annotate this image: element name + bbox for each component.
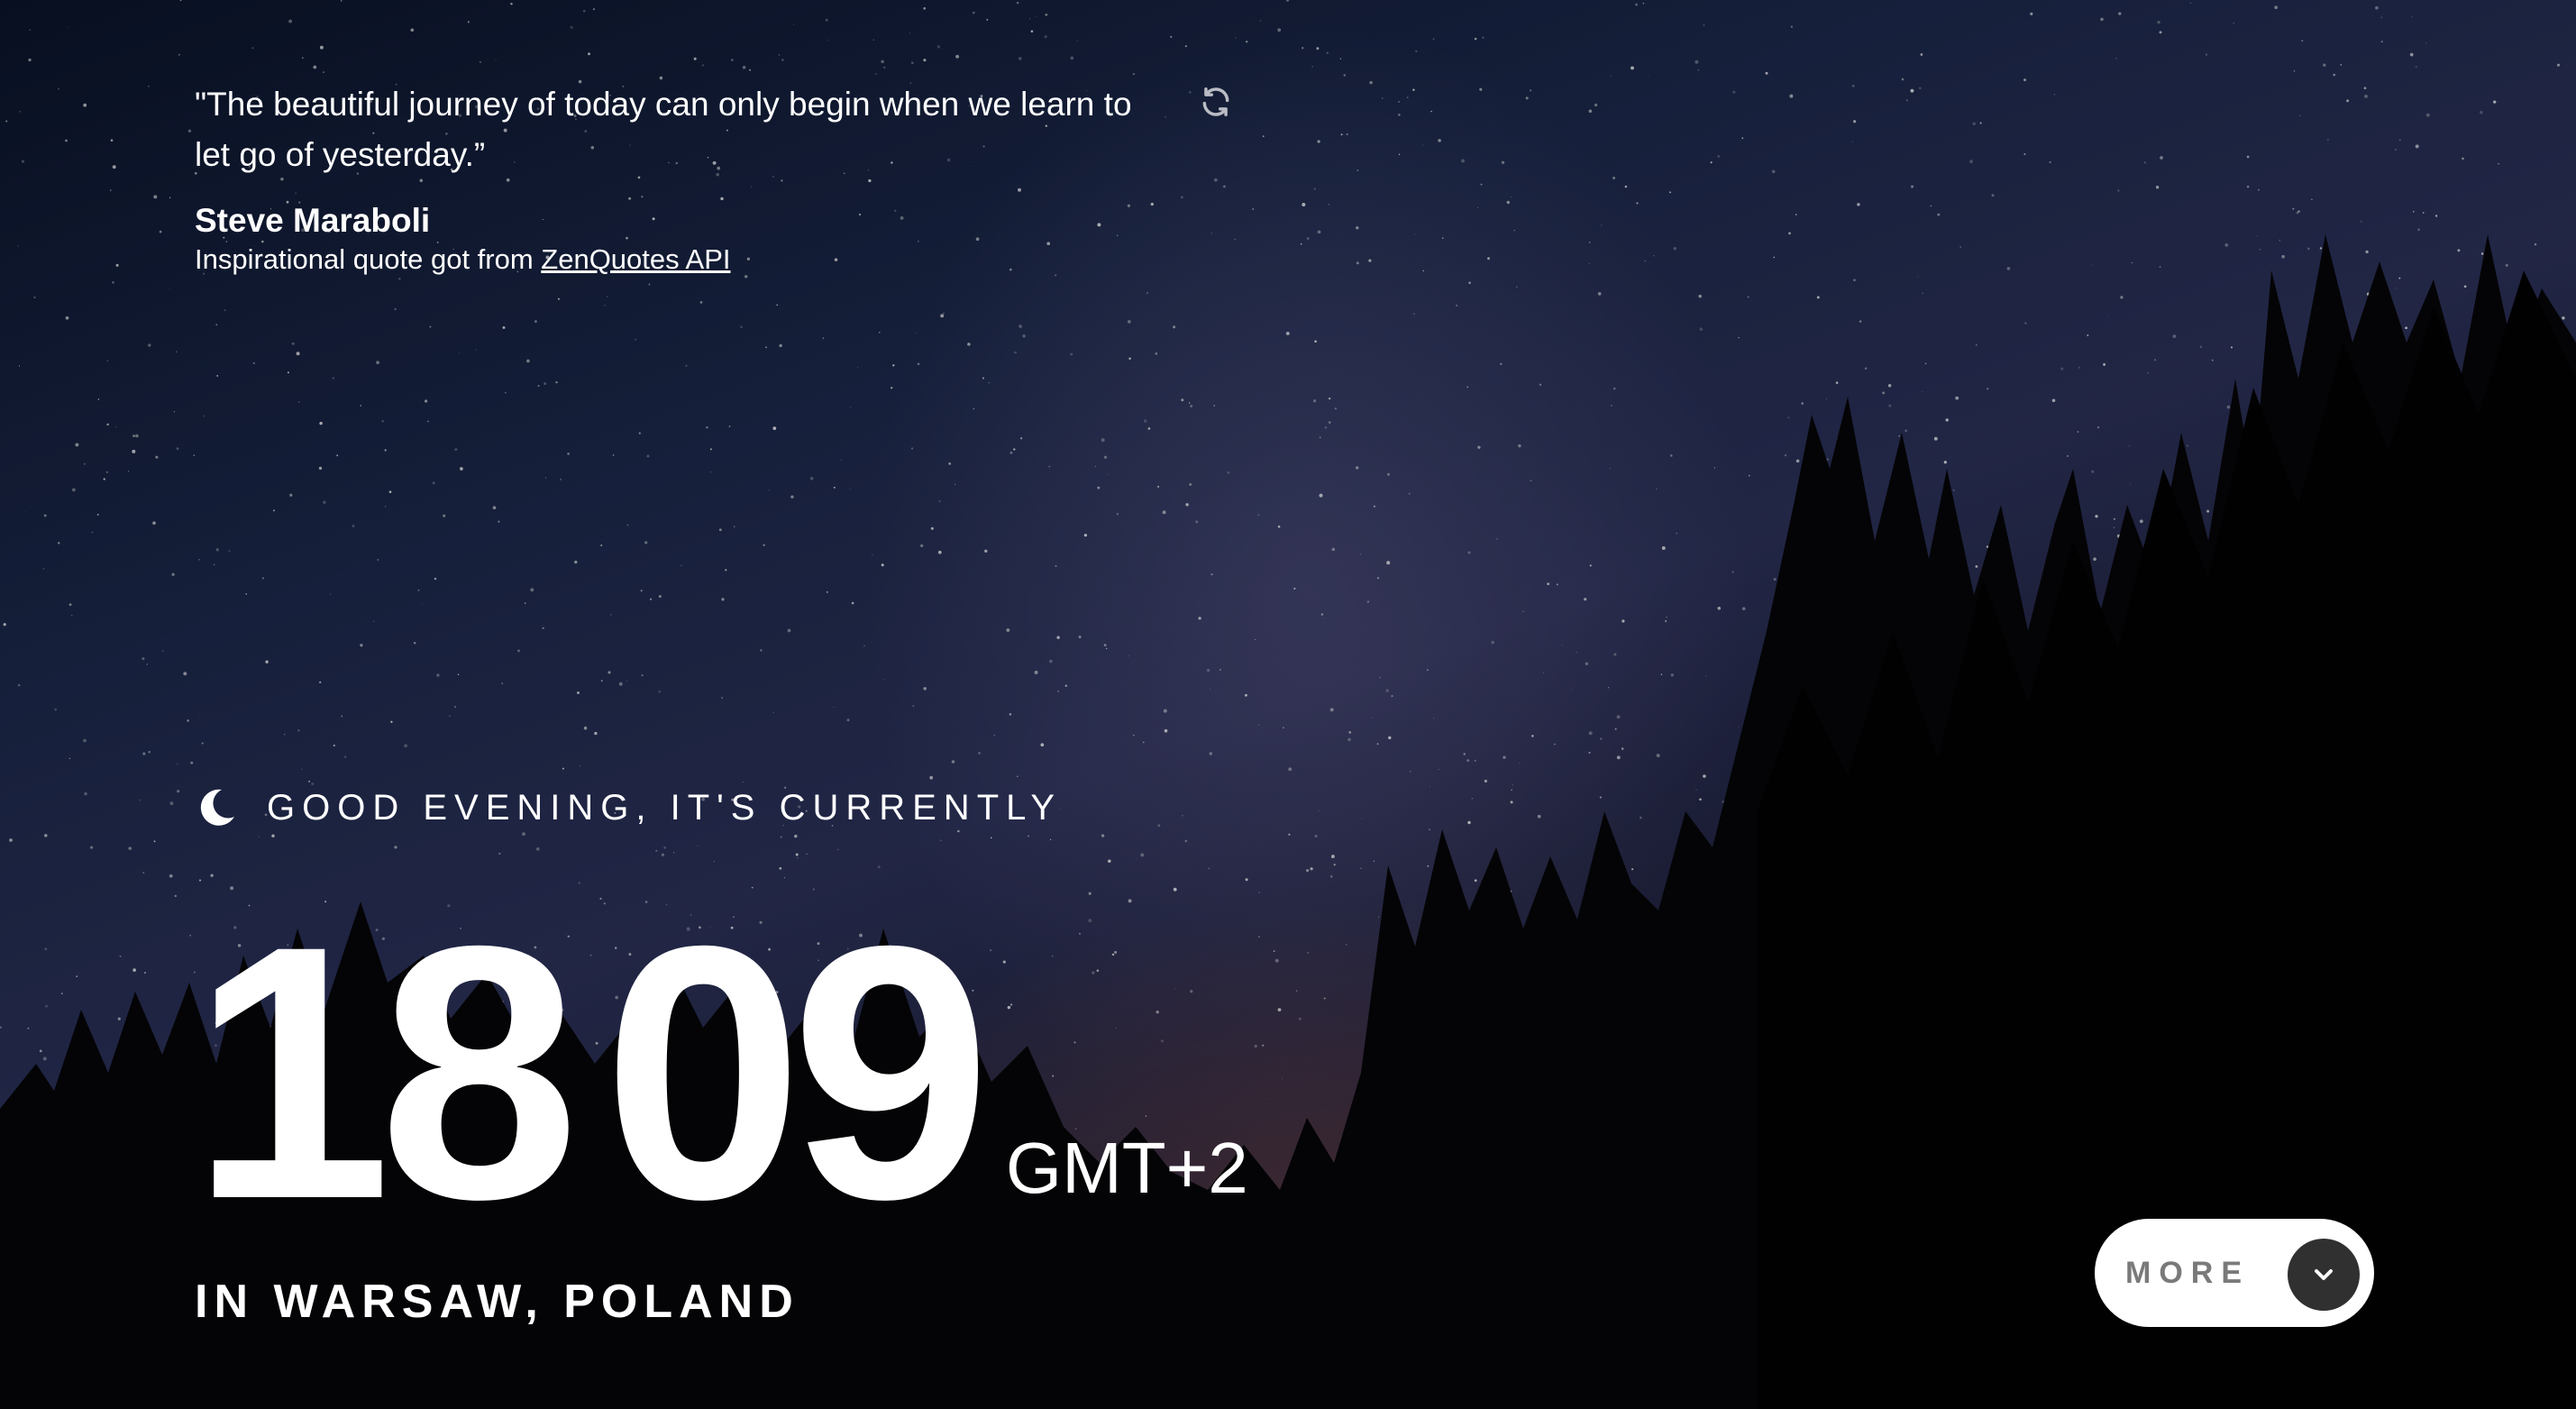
more-button-label: MORE bbox=[2125, 1255, 2250, 1290]
night-sky-background: "The beautiful journey of today can only… bbox=[0, 0, 2576, 1409]
zenquotes-link[interactable]: ZenQuotes API bbox=[541, 243, 730, 275]
quote-source: Inspirational quote got from ZenQuotes A… bbox=[195, 242, 1258, 278]
moon-icon bbox=[200, 789, 234, 826]
more-button-circle bbox=[2288, 1239, 2360, 1311]
chevron-down-icon bbox=[2315, 1269, 2333, 1280]
greeting: GOOD EVENING, IT'S CURRENTLY bbox=[195, 786, 1062, 829]
refresh-icon bbox=[1202, 87, 1229, 116]
quote-text: "The beautiful journey of today can only… bbox=[195, 86, 1132, 173]
quote-author: Steve Maraboli bbox=[195, 202, 431, 239]
quote-source-prefix: Inspirational quote got from bbox=[195, 243, 542, 275]
more-button[interactable]: MORE bbox=[2095, 1219, 2374, 1327]
greeting-text: GOOD EVENING, IT'S CURRENTLY bbox=[267, 787, 1063, 828]
time-hours: 18 bbox=[191, 871, 580, 1274]
location: IN WARSAW, POLAND bbox=[195, 1276, 799, 1328]
timezone: GMT+2 bbox=[1005, 1128, 1248, 1208]
refresh-quote-button[interactable] bbox=[1193, 79, 1238, 124]
clock: 18 09 GMT+2 bbox=[191, 871, 1248, 1274]
time-minutes: 09 bbox=[602, 871, 991, 1274]
quote-block: "The beautiful journey of today can only… bbox=[195, 79, 1258, 278]
